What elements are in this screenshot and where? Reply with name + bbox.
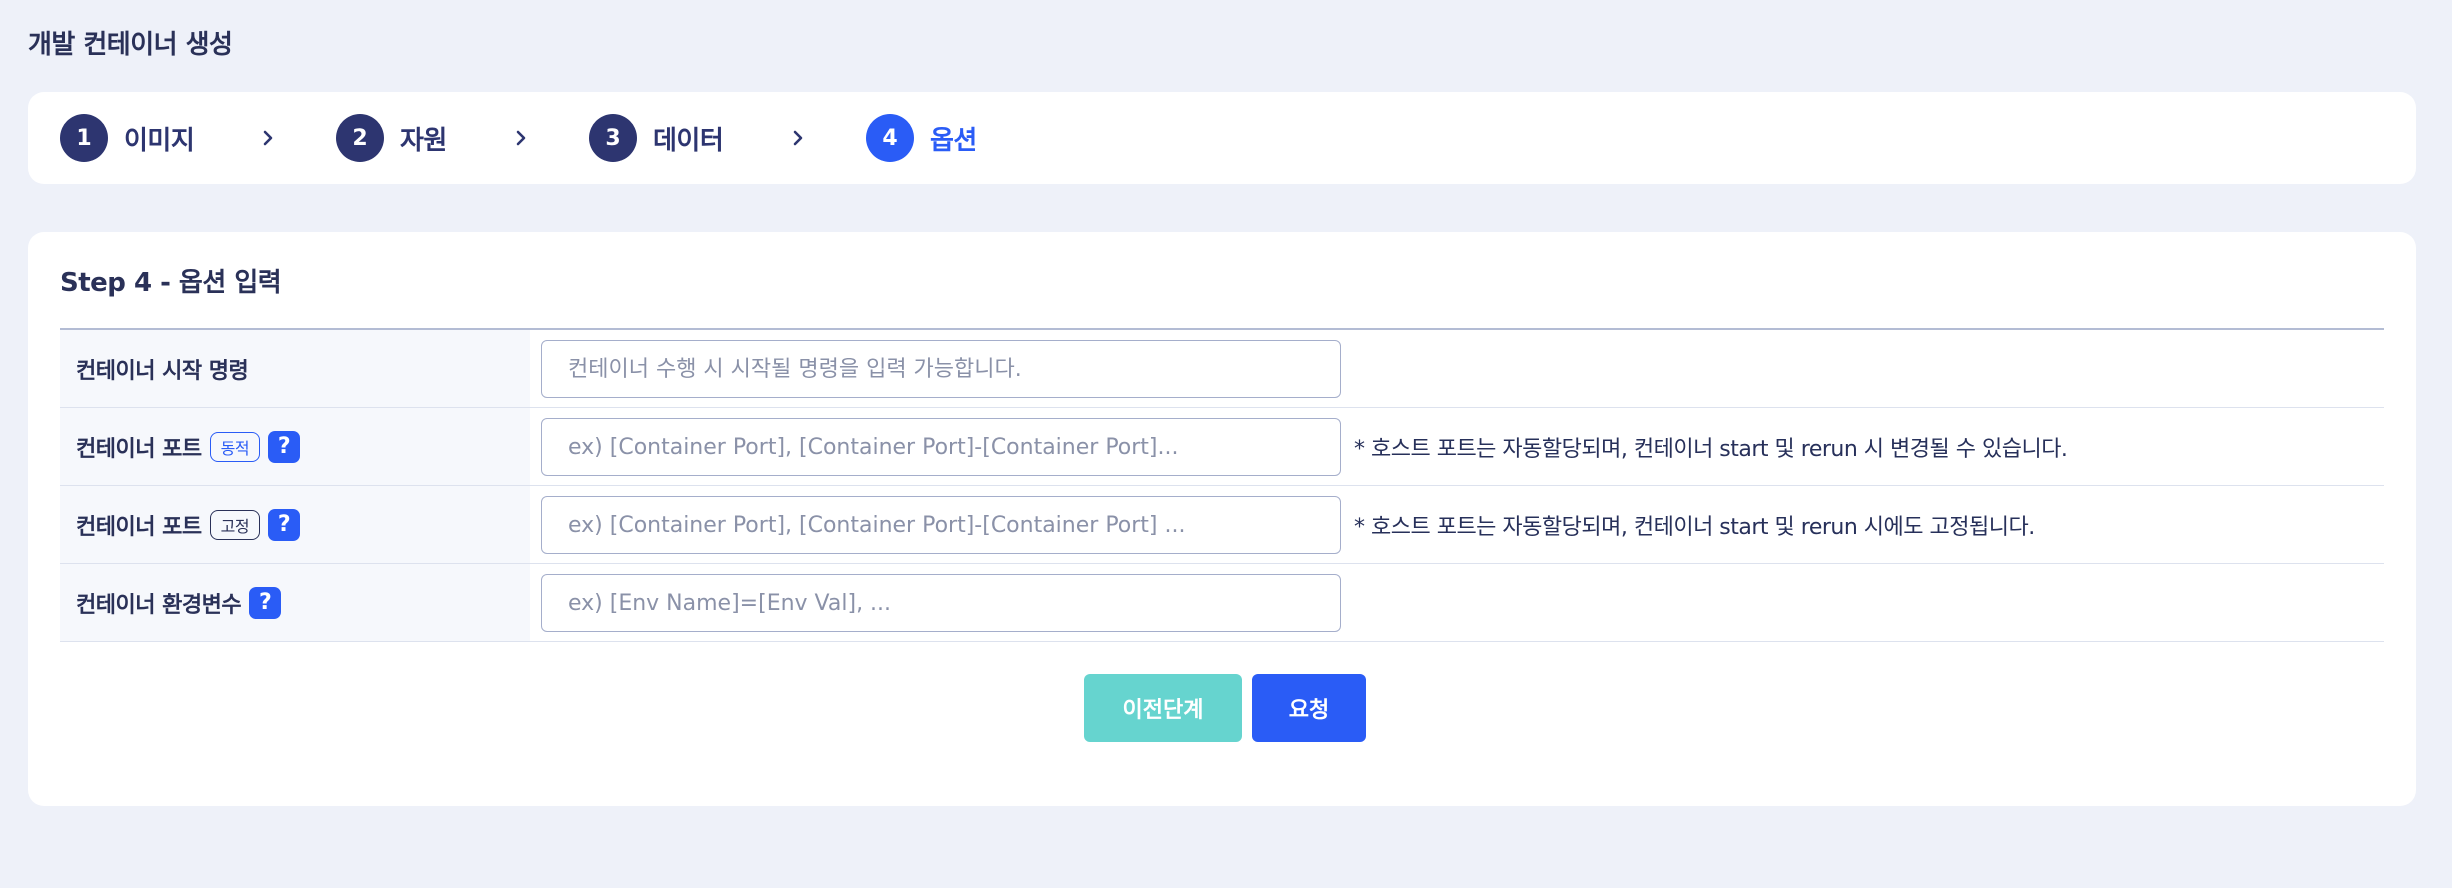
options-form: 컨테이너 시작 명령 컨테이너 포트 동적 ? * 호스트 포트는 자동할당되며… bbox=[60, 328, 2384, 642]
help-icon[interactable]: ? bbox=[268, 508, 301, 541]
start-command-input[interactable] bbox=[541, 340, 1341, 398]
env-vars-input[interactable] bbox=[541, 574, 1341, 632]
step-number: 2 bbox=[336, 114, 384, 162]
step-resource[interactable]: 2 자원 bbox=[336, 114, 447, 162]
chevron-right-icon bbox=[788, 122, 808, 154]
fixed-port-note: * 호스트 포트는 자동할당되며, 컨테이너 start 및 rerun 시에도… bbox=[1354, 514, 2035, 540]
row-label: 컨테이너 포트 동적 ? bbox=[60, 408, 530, 485]
fixed-badge: 고정 bbox=[209, 509, 261, 540]
row-label-text: 컨테이너 시작 명령 bbox=[76, 358, 249, 384]
dynamic-port-input[interactable] bbox=[541, 418, 1341, 476]
stepper: 1 이미지 2 자원 3 데이터 4 옵션 bbox=[28, 92, 2416, 184]
form-row-start-command: 컨테이너 시작 명령 bbox=[60, 330, 2384, 408]
fixed-port-input[interactable] bbox=[541, 496, 1341, 554]
help-icon[interactable]: ? bbox=[268, 430, 301, 463]
card-title: Step 4 - 옵션 입력 bbox=[60, 268, 282, 298]
chevron-right-icon bbox=[258, 122, 278, 154]
form-row-env-vars: 컨테이너 환경변수 ? bbox=[60, 564, 2384, 642]
dynamic-badge: 동적 bbox=[209, 431, 261, 462]
row-label-text: 컨테이너 포트 bbox=[76, 436, 202, 462]
step-number: 3 bbox=[589, 114, 637, 162]
chevron-right-icon bbox=[511, 122, 531, 154]
step-image[interactable]: 1 이미지 bbox=[60, 114, 195, 162]
form-row-dynamic-port: 컨테이너 포트 동적 ? * 호스트 포트는 자동할당되며, 컨테이너 star… bbox=[60, 408, 2384, 486]
step-number: 4 bbox=[866, 114, 914, 162]
page-title: 개발 컨테이너 생성 bbox=[28, 30, 233, 60]
step-label: 이미지 bbox=[124, 125, 195, 156]
options-card: Step 4 - 옵션 입력 컨테이너 시작 명령 컨테이너 포트 동적 ? *… bbox=[28, 232, 2416, 806]
previous-step-button[interactable]: 이전단계 bbox=[1084, 674, 1242, 742]
step-number: 1 bbox=[60, 114, 108, 162]
help-icon[interactable]: ? bbox=[249, 586, 282, 619]
row-label: 컨테이너 환경변수 ? bbox=[60, 564, 530, 641]
step-label: 옵션 bbox=[930, 125, 977, 156]
step-label: 데이터 bbox=[653, 125, 724, 156]
form-row-fixed-port: 컨테이너 포트 고정 ? * 호스트 포트는 자동할당되며, 컨테이너 star… bbox=[60, 486, 2384, 564]
row-label: 컨테이너 포트 고정 ? bbox=[60, 486, 530, 563]
submit-request-button[interactable]: 요청 bbox=[1252, 674, 1366, 742]
dynamic-port-note: * 호스트 포트는 자동할당되며, 컨테이너 start 및 rerun 시 변… bbox=[1354, 436, 2068, 462]
step-data[interactable]: 3 데이터 bbox=[589, 114, 724, 162]
row-label-text: 컨테이너 환경변수 bbox=[76, 592, 242, 618]
step-options[interactable]: 4 옵션 bbox=[866, 114, 977, 162]
step-label: 자원 bbox=[400, 125, 447, 156]
row-label: 컨테이너 시작 명령 bbox=[60, 330, 530, 407]
row-label-text: 컨테이너 포트 bbox=[76, 514, 202, 540]
